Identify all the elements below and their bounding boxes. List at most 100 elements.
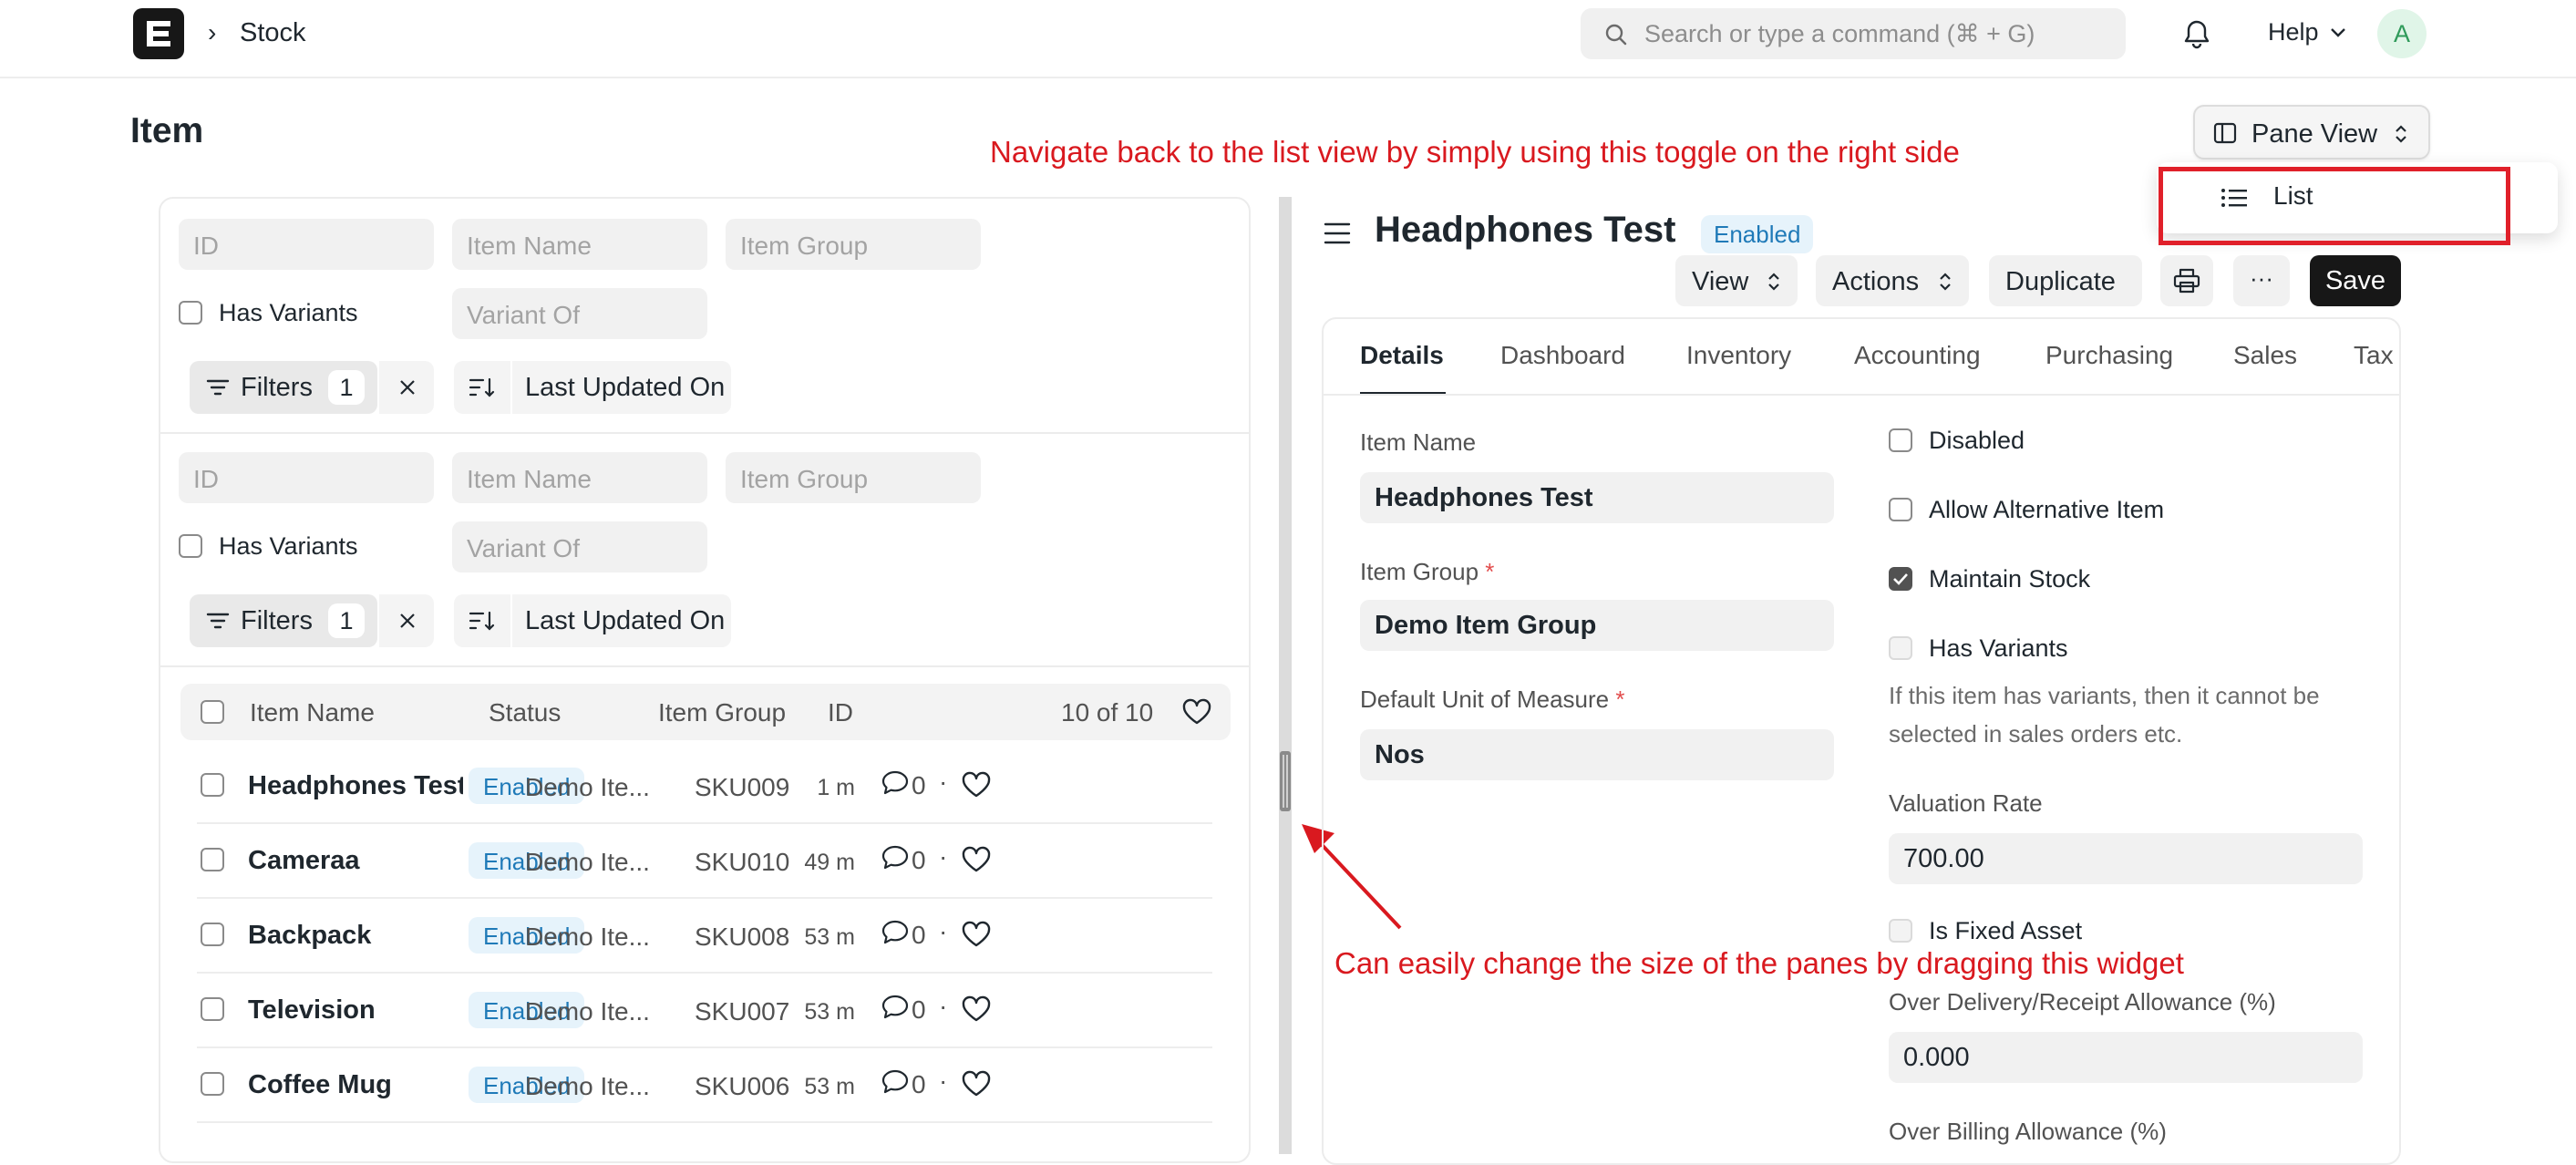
allow-alternative-item-checkbox[interactable] bbox=[1889, 498, 1912, 521]
sort-by-button[interactable]: Last Updated On bbox=[510, 361, 731, 414]
page-title: Item bbox=[130, 111, 204, 150]
row-item-name[interactable]: Headphones Test bbox=[248, 771, 463, 801]
tab-accounting[interactable]: Accounting bbox=[1854, 341, 1981, 370]
chevron-down-icon[interactable] bbox=[2330, 27, 2346, 38]
row-item-name[interactable]: Coffee Mug bbox=[248, 1070, 463, 1100]
over-delivery-field[interactable]: 0.000 bbox=[1889, 1032, 2363, 1083]
sort-direction-button[interactable] bbox=[454, 594, 510, 647]
search-input[interactable] bbox=[1644, 17, 2100, 50]
breadcrumb-stock[interactable]: Stock bbox=[240, 18, 306, 48]
pane-layout-icon bbox=[2213, 122, 2237, 144]
help-menu[interactable]: Help bbox=[2268, 18, 2319, 46]
tab-tax[interactable]: Tax bbox=[2354, 341, 2394, 370]
table-row[interactable]: Cameraa Enabled Demo Ite... SKU010 49 m 0 · bbox=[197, 824, 1212, 899]
print-button[interactable] bbox=[2160, 255, 2213, 306]
tab-details[interactable]: Details bbox=[1360, 341, 1444, 370]
valuation-rate-label: Valuation Rate bbox=[1889, 789, 2043, 817]
tab-sales[interactable]: Sales bbox=[2233, 341, 2297, 370]
clear-filters-button[interactable] bbox=[377, 361, 434, 414]
heart-icon[interactable] bbox=[961, 921, 992, 948]
variant-of-filter-input[interactable]: Variant Of bbox=[452, 521, 707, 572]
column-item-group[interactable]: Item Group bbox=[658, 698, 786, 727]
row-item-group: Demo Ite... bbox=[525, 923, 650, 951]
row-checkbox[interactable] bbox=[201, 773, 224, 797]
clear-filters-button[interactable] bbox=[377, 594, 434, 647]
select-all-checkbox[interactable] bbox=[201, 700, 224, 724]
filters-button[interactable]: Filters 1 bbox=[190, 361, 377, 414]
actions-button[interactable]: Actions bbox=[1816, 255, 1969, 306]
comment-icon[interactable] bbox=[881, 994, 910, 1021]
sort-direction-button[interactable] bbox=[454, 361, 510, 414]
comment-icon[interactable] bbox=[881, 919, 910, 946]
id-filter-input[interactable]: ID bbox=[179, 452, 434, 503]
comment-icon[interactable] bbox=[881, 769, 910, 797]
tab-inventory[interactable]: Inventory bbox=[1686, 341, 1791, 370]
item-name-filter-input[interactable]: Item Name bbox=[452, 219, 707, 270]
heart-icon[interactable] bbox=[961, 846, 992, 873]
has-variants-checkbox[interactable] bbox=[179, 301, 202, 325]
table-row[interactable]: Television Enabled Demo Ite... SKU007 53 m 0 · bbox=[197, 974, 1212, 1048]
row-comment-count: 0 bbox=[912, 1070, 926, 1098]
notification-bell-icon[interactable] bbox=[2182, 18, 2211, 49]
item-name-filter-input[interactable]: Item Name bbox=[452, 452, 707, 503]
row-modified-time: 53 m bbox=[804, 999, 855, 1025]
has-variants-checkbox[interactable] bbox=[179, 534, 202, 558]
user-avatar[interactable]: A bbox=[2377, 9, 2427, 58]
filter-icon bbox=[206, 613, 230, 629]
is-fixed-asset-checkbox bbox=[1889, 919, 1912, 943]
row-checkbox[interactable] bbox=[201, 1072, 224, 1096]
save-button[interactable]: Save bbox=[2310, 255, 2401, 306]
item-group-field[interactable]: Demo Item Group bbox=[1360, 600, 1834, 651]
row-checkbox[interactable] bbox=[201, 848, 224, 871]
resize-handle[interactable] bbox=[1280, 751, 1291, 811]
comment-icon[interactable] bbox=[881, 1068, 910, 1096]
item-name-label: Item Name bbox=[1360, 428, 1477, 456]
pane-view-toggle[interactable]: Pane View bbox=[2193, 105, 2430, 160]
heart-icon[interactable] bbox=[961, 1070, 992, 1098]
uom-field[interactable]: Nos bbox=[1360, 729, 1834, 780]
tab-dashboard[interactable]: Dashboard bbox=[1500, 341, 1625, 370]
separator-dot: · bbox=[939, 1067, 948, 1095]
maintain-stock-checkbox[interactable] bbox=[1889, 567, 1912, 591]
filters-count: 1 bbox=[328, 370, 365, 405]
disabled-label: Disabled bbox=[1929, 427, 2025, 454]
item-name-field[interactable]: Headphones Test bbox=[1360, 472, 1834, 523]
heart-icon[interactable] bbox=[961, 771, 992, 799]
row-item-name[interactable]: Backpack bbox=[248, 921, 463, 951]
duplicate-button[interactable]: Duplicate bbox=[1989, 255, 2142, 306]
item-group-label: Item Group * bbox=[1360, 558, 1494, 586]
table-row[interactable]: Headphones Test Enabled Demo Ite... SKU009 1… bbox=[197, 749, 1212, 824]
column-item-name[interactable]: Item Name bbox=[250, 698, 375, 727]
heart-icon[interactable] bbox=[1181, 698, 1212, 726]
document-title: Headphones Test bbox=[1375, 210, 1676, 250]
filters-button[interactable]: Filters 1 bbox=[190, 594, 377, 647]
filters-count: 1 bbox=[328, 603, 365, 638]
item-group-filter-input[interactable]: Item Group bbox=[726, 452, 981, 503]
row-checkbox[interactable] bbox=[201, 997, 224, 1021]
column-status[interactable]: Status bbox=[489, 698, 561, 727]
sort-by-button[interactable]: Last Updated On bbox=[510, 594, 731, 647]
item-group-filter-input[interactable]: Item Group bbox=[726, 219, 981, 270]
column-id[interactable]: ID bbox=[828, 698, 853, 727]
sidebar-toggle-icon[interactable] bbox=[1324, 219, 1351, 248]
valuation-rate-field[interactable]: 700.00 bbox=[1889, 833, 2363, 884]
row-item-name[interactable]: Television bbox=[248, 995, 463, 1026]
list-count: 10 of 10 bbox=[1061, 698, 1154, 727]
comment-icon[interactable] bbox=[881, 844, 910, 871]
row-checkbox[interactable] bbox=[201, 923, 224, 946]
row-item-name[interactable]: Cameraa bbox=[248, 846, 463, 876]
table-row[interactable]: Backpack Enabled Demo Ite... SKU008 53 m 0 · bbox=[197, 899, 1212, 974]
separator-dot: · bbox=[939, 842, 948, 871]
disabled-checkbox[interactable] bbox=[1889, 428, 1912, 452]
heart-icon[interactable] bbox=[961, 995, 992, 1023]
select-chevrons-icon bbox=[1940, 273, 1951, 291]
view-button[interactable]: View bbox=[1675, 255, 1798, 306]
table-row[interactable]: Coffee Mug Enabled Demo Ite... SKU006 53 m 0 · bbox=[197, 1048, 1212, 1123]
tab-purchasing[interactable]: Purchasing bbox=[2045, 341, 2173, 370]
more-menu-button[interactable]: ··· bbox=[2233, 255, 2290, 306]
variant-of-filter-input[interactable]: Variant Of bbox=[452, 288, 707, 339]
id-filter-input[interactable]: ID bbox=[179, 219, 434, 270]
pane-resizer[interactable] bbox=[1279, 197, 1292, 1154]
search-bar[interactable] bbox=[1581, 8, 2126, 59]
app-logo[interactable] bbox=[133, 8, 184, 59]
